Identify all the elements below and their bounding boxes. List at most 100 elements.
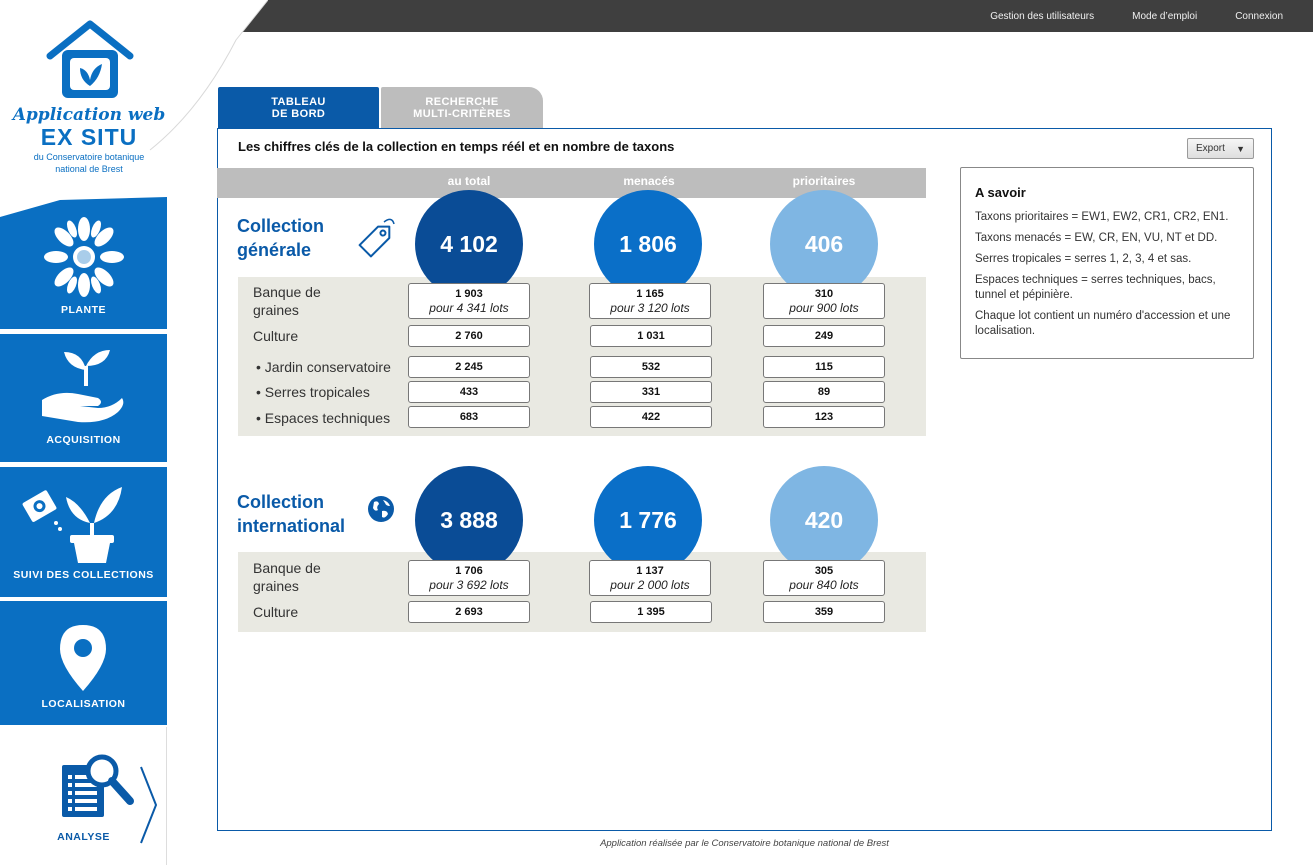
hand-sprout-icon bbox=[42, 350, 124, 423]
row-label-line: Banque de bbox=[253, 560, 321, 576]
row-label-seed-bank: Banque de graines bbox=[253, 283, 321, 319]
value-box: 683 bbox=[408, 406, 530, 428]
user-manual-link[interactable]: Mode d’emploi bbox=[1132, 11, 1197, 22]
export-label: Export bbox=[1196, 143, 1225, 154]
value-box: 123 bbox=[763, 406, 885, 428]
tab-dashboard[interactable]: TABLEAU DE BORD bbox=[218, 87, 379, 128]
box-lots: pour 840 lots bbox=[789, 578, 859, 592]
box-value: 1 706 bbox=[455, 565, 483, 577]
value-box: 115 bbox=[763, 356, 885, 378]
value-box: 422 bbox=[590, 406, 712, 428]
logo-subtitle: EX SITU bbox=[40, 124, 138, 150]
info-line: Serres tropicales = serres 1, 2, 3, 4 et… bbox=[975, 253, 1192, 265]
row-label-line: graines bbox=[253, 578, 299, 594]
value-box: 359 bbox=[763, 601, 885, 623]
value-box: 2 693 bbox=[408, 601, 530, 623]
sidebar-item-label: LOCALISATION bbox=[41, 698, 126, 710]
price-tag-icon bbox=[358, 218, 395, 258]
value-box: 1 706 pour 3 692 lots bbox=[408, 560, 530, 596]
box-lots: pour 900 lots bbox=[789, 301, 859, 315]
box-value: 310 bbox=[814, 288, 834, 300]
info-line: Taxons menacés = EW, CR, EN, VU, NT et D… bbox=[975, 232, 1218, 244]
value-box: 331 bbox=[590, 381, 712, 403]
section-title-line: international bbox=[237, 516, 346, 536]
general-priority-circle: 406 bbox=[770, 190, 878, 298]
sidebar-item-label: ACQUISITION bbox=[46, 434, 121, 446]
row-label-line: graines bbox=[253, 302, 299, 318]
sidebar-item-label: PLANTE bbox=[61, 304, 106, 316]
box-value: 1 137 bbox=[636, 565, 664, 577]
sidebar-item-acquisition[interactable]: ACQUISITION bbox=[0, 334, 167, 462]
box-lots: pour 2 000 lots bbox=[610, 578, 690, 592]
page-title: Les chiffres clés de la collection en te… bbox=[238, 139, 675, 154]
footer-credit: Application réalisée par le Conservatoir… bbox=[600, 838, 889, 849]
login-link[interactable]: Connexion bbox=[1235, 11, 1283, 22]
sidebar-item-localisation[interactable]: LOCALISATION bbox=[0, 601, 167, 725]
value-box: 2 760 bbox=[408, 325, 530, 347]
top-navigation: Gestion des utilisateurs Mode d’emploi C… bbox=[990, 0, 1283, 32]
general-threatened-circle: 1 806 bbox=[594, 190, 702, 298]
row-label-culture: Culture bbox=[253, 328, 299, 344]
value-box: 1 165 pour 3 120 lots bbox=[589, 283, 711, 319]
info-line: Taxons prioritaires = EW1, EW2, CR1, CR2… bbox=[975, 211, 1229, 223]
sidebar-analyse-label-wrap: ANALYSE bbox=[0, 727, 167, 865]
value-box: 249 bbox=[763, 325, 885, 347]
flower-icon bbox=[44, 217, 124, 297]
seed-pot-icon bbox=[22, 487, 122, 563]
sidebar-item-suivi[interactable]: SUIVI DES COLLECTIONS bbox=[0, 467, 167, 597]
row-label-jardin: • Jardin conservatoire bbox=[256, 359, 391, 375]
tab-label: TABLEAU DE BORD bbox=[271, 96, 326, 120]
box-value: 1 165 bbox=[636, 288, 664, 300]
info-line: Espaces techniques = serres techniques, … bbox=[975, 274, 1216, 301]
sidebar-item-plante[interactable]: PLANTE bbox=[0, 197, 167, 329]
row-label-espaces: • Espaces techniques bbox=[256, 410, 391, 426]
box-lots: pour 4 341 lots bbox=[429, 301, 509, 315]
section-title-line: Collection bbox=[237, 492, 325, 512]
info-box: A savoir Taxons prioritaires = EW1, EW2,… bbox=[960, 167, 1254, 359]
logo-org-line2: national de Brest bbox=[55, 164, 123, 174]
box-lots: pour 3 120 lots bbox=[610, 301, 690, 315]
row-label-culture: Culture bbox=[253, 604, 299, 620]
globe-icon bbox=[368, 496, 394, 522]
logo-org-line1: du Conservatoire botanique bbox=[33, 152, 145, 162]
general-total-circle: 4 102 bbox=[415, 190, 523, 298]
box-lots: pour 3 692 lots bbox=[429, 578, 509, 592]
value-box: 1 395 bbox=[590, 601, 712, 623]
box-value: 305 bbox=[814, 565, 834, 577]
section-title-line: générale bbox=[237, 240, 312, 260]
export-dropdown[interactable]: Export ▼ bbox=[1187, 138, 1254, 159]
section-title-general: Collection générale bbox=[237, 214, 324, 262]
value-box: 305 pour 840 lots bbox=[763, 560, 885, 596]
info-title: A savoir bbox=[975, 185, 1026, 200]
value-box: 532 bbox=[590, 356, 712, 378]
user-management-link[interactable]: Gestion des utilisateurs bbox=[990, 11, 1094, 22]
value-box: 1 137 pour 2 000 lots bbox=[589, 560, 711, 596]
sidebar-item-label: SUIVI DES COLLECTIONS bbox=[13, 569, 154, 581]
info-line: Chaque lot contient un numéro d'accessio… bbox=[975, 310, 1231, 337]
international-total-circle: 3 888 bbox=[415, 466, 523, 574]
map-pin-icon bbox=[60, 625, 106, 691]
row-label-line: Banque de bbox=[253, 284, 321, 300]
international-threatened-circle: 1 776 bbox=[594, 466, 702, 574]
column-header-menaces: menacés bbox=[623, 174, 675, 188]
value-box: 1 903 pour 4 341 lots bbox=[408, 283, 530, 319]
international-priority-circle: 420 bbox=[770, 466, 878, 574]
tab-multi-criteria-search[interactable]: RECHERCHE MULTI-CRITÈRES bbox=[381, 87, 543, 128]
house-leaf-logo-icon bbox=[46, 20, 134, 98]
sidebar-item-label: ANALYSE bbox=[57, 831, 110, 843]
tab-label: RECHERCHE MULTI-CRITÈRES bbox=[413, 96, 511, 120]
logo-title: Application web bbox=[12, 105, 166, 125]
value-box: 310 pour 900 lots bbox=[763, 283, 885, 319]
row-label-seed-bank: Banque de graines bbox=[253, 559, 321, 595]
caret-down-icon: ▼ bbox=[1236, 143, 1245, 154]
section-title-international: Collection international bbox=[237, 490, 345, 538]
value-box: 1 031 bbox=[590, 325, 712, 347]
column-header-prioritaires: prioritaires bbox=[792, 174, 856, 188]
section-title-line: Collection bbox=[237, 216, 325, 236]
column-header-total: au total bbox=[447, 174, 491, 188]
value-box: 2 245 bbox=[408, 356, 530, 378]
row-label-serres: • Serres tropicales bbox=[256, 384, 370, 400]
value-box: 89 bbox=[763, 381, 885, 403]
box-value: 1 903 bbox=[455, 288, 483, 300]
value-box: 433 bbox=[408, 381, 530, 403]
